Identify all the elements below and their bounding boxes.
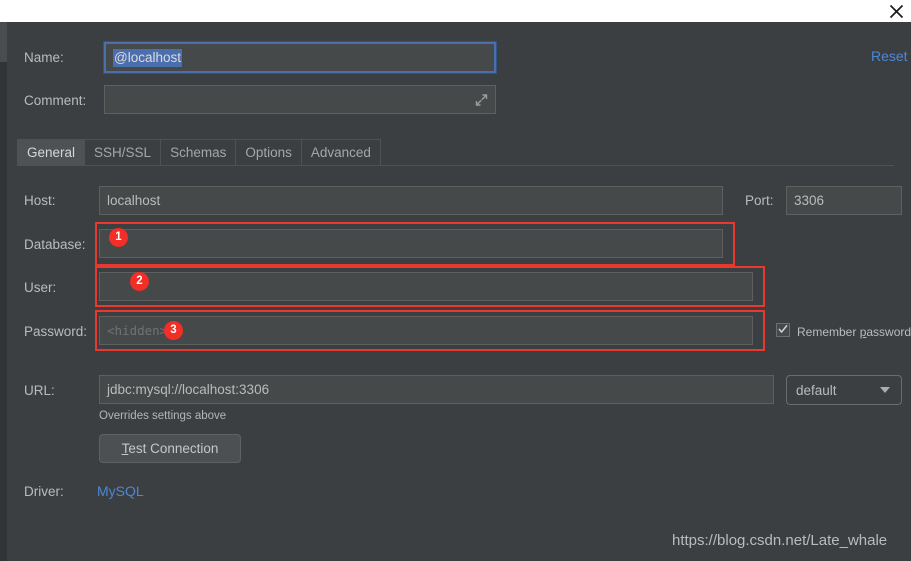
watermark-text: https://blog.csdn.net/Late_whale bbox=[672, 532, 888, 549]
url-input-value: jdbc:mysql://localhost:3306 bbox=[107, 382, 270, 397]
name-input[interactable]: @localhost bbox=[103, 41, 497, 74]
close-button[interactable] bbox=[885, 0, 907, 22]
dialog-root: Reset Name: @localhost Comment: General … bbox=[0, 0, 911, 561]
password-placeholder: <hidden> bbox=[107, 323, 168, 338]
tab-ssh-ssl[interactable]: SSH/SSL bbox=[84, 139, 162, 166]
comment-input[interactable] bbox=[104, 85, 496, 114]
tab-schemas[interactable]: Schemas bbox=[160, 139, 237, 166]
host-label: Host: bbox=[24, 193, 56, 208]
host-input[interactable]: localhost bbox=[99, 186, 723, 215]
port-input-value: 3306 bbox=[794, 193, 825, 208]
password-input[interactable]: <hidden> bbox=[99, 316, 753, 345]
title-bar bbox=[0, 0, 911, 22]
tab-bar-underline bbox=[17, 165, 894, 166]
port-input[interactable]: 3306 bbox=[786, 186, 902, 215]
name-input-value: @localhost bbox=[113, 48, 182, 67]
remember-password-label-pre: Remember bbox=[797, 325, 860, 339]
expand-diagonal-icon[interactable] bbox=[475, 93, 488, 106]
driver-link[interactable]: MySQL bbox=[97, 483, 144, 499]
remember-password-label: Remember password bbox=[797, 325, 911, 339]
user-input[interactable] bbox=[99, 272, 753, 301]
url-mode-value: default bbox=[796, 382, 837, 398]
test-connection-label: Test Connection bbox=[122, 441, 219, 456]
test-connection-button[interactable]: Test Connection bbox=[99, 434, 241, 463]
driver-label: Driver: bbox=[24, 484, 64, 499]
annotation-badge-3: 3 bbox=[164, 321, 183, 340]
remember-password-label-post: assword bbox=[866, 325, 911, 339]
tab-ssh-ssl-label: SSH/SSL bbox=[94, 145, 152, 160]
tab-options-label: Options bbox=[245, 145, 292, 160]
url-mode-dropdown[interactable]: default bbox=[786, 375, 902, 405]
comment-label: Comment: bbox=[24, 93, 87, 108]
reset-link[interactable]: Reset bbox=[871, 48, 908, 64]
tab-general[interactable]: General bbox=[17, 139, 86, 166]
password-label: Password: bbox=[24, 324, 88, 339]
checkmark-icon bbox=[777, 323, 789, 338]
test-connection-rest: est Connection bbox=[128, 441, 219, 456]
left-edge-highlight bbox=[0, 22, 7, 62]
tab-schemas-label: Schemas bbox=[170, 145, 227, 160]
url-input[interactable]: jdbc:mysql://localhost:3306 bbox=[99, 375, 774, 404]
url-label: URL: bbox=[24, 383, 55, 398]
database-input[interactable] bbox=[99, 229, 723, 258]
tab-general-label: General bbox=[27, 145, 76, 160]
annotation-badge-2: 2 bbox=[130, 272, 149, 291]
url-hint: Overrides settings above bbox=[99, 410, 227, 422]
tab-advanced[interactable]: Advanced bbox=[300, 139, 381, 166]
remember-password-checkbox[interactable] bbox=[776, 323, 790, 337]
tab-options[interactable]: Options bbox=[235, 139, 302, 166]
host-input-value: localhost bbox=[107, 193, 161, 208]
close-icon bbox=[888, 3, 905, 20]
annotation-badge-1: 1 bbox=[109, 228, 128, 247]
name-label: Name: bbox=[24, 50, 64, 65]
port-label: Port: bbox=[745, 193, 774, 208]
database-label: Database: bbox=[24, 237, 86, 252]
left-edge-strip bbox=[0, 22, 7, 561]
user-label: User: bbox=[24, 280, 57, 295]
tab-advanced-label: Advanced bbox=[310, 145, 371, 160]
chevron-down-icon bbox=[880, 387, 890, 393]
tab-bar[interactable]: General SSH/SSL Schemas Options Advanced bbox=[17, 139, 381, 166]
